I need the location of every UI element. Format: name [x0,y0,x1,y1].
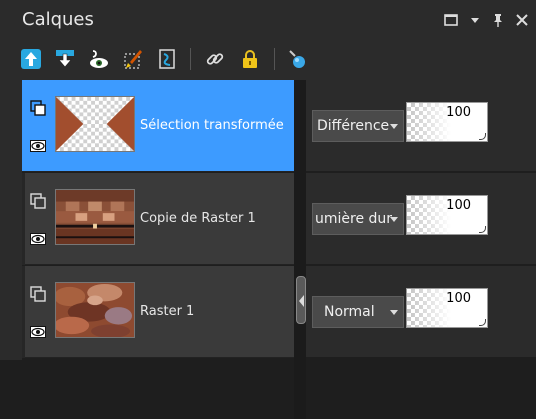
pin-icon[interactable] [490,12,506,28]
blend-mode-value: umière dur [315,211,393,227]
panel-splitter[interactable] [294,80,306,419]
opacity-value: 100 [446,198,471,213]
move-down-icon[interactable] [54,48,76,70]
layer-name[interactable]: Raster 1 [140,304,194,319]
toolbar-separator [274,48,275,70]
panel-left-strip [0,80,22,360]
layer-indent-bar [22,173,25,265]
layer-indent-bar [22,266,25,358]
lock-icon[interactable] [239,48,261,70]
resize-corner-icon [479,133,486,140]
eyedropper-icon[interactable] [286,48,308,70]
blend-mode-dropdown[interactable]: umière dur [312,203,404,235]
layer-thumbnail [55,189,135,245]
layers-toolbar [0,40,536,80]
visibility-eye-icon[interactable] [30,138,46,154]
layer-properties-row: Normal 100 [306,266,536,358]
window-icon[interactable] [443,12,459,28]
resize-corner-icon [479,226,486,233]
opacity-value: 100 [446,105,471,120]
layer-thumbnail [55,282,135,338]
blend-mode-dropdown[interactable]: Normal [312,296,404,328]
link-icon[interactable] [204,48,226,70]
dropdown-icon[interactable] [467,12,483,28]
layer-row-copie-de-raster-1[interactable]: Copie de Raster 1 [22,173,294,265]
layer-name[interactable]: Sélection transformée [140,118,284,133]
blend-mode-value: Normal [324,304,375,320]
layer-thumbnail [55,96,135,152]
visibility-eye-icon[interactable] [30,324,46,340]
visibility-eye-icon[interactable] [30,231,46,247]
layer-name[interactable]: Copie de Raster 1 [140,211,256,226]
layer-properties-row: umière dur 100 [306,173,536,265]
layer-properties-row: Différence 100 [306,80,536,172]
opacity-slider[interactable]: 100 [406,288,488,328]
panel-title-bar: Calques [0,0,536,40]
chevron-down-icon [390,217,398,222]
mask-icon[interactable] [156,48,178,70]
brush-icon[interactable] [122,48,144,70]
blend-mode-dropdown[interactable]: Différence [312,110,404,142]
opacity-slider[interactable]: 100 [406,195,488,235]
close-icon[interactable] [514,12,530,28]
chevron-down-icon [390,124,398,129]
splitter-collapse-handle[interactable] [296,276,306,324]
chevron-down-icon [390,310,398,315]
layer-row-selection-transformee[interactable]: Sélection transformée [22,80,294,172]
opacity-slider[interactable]: 100 [406,102,488,142]
visibility-icon[interactable] [88,48,110,70]
layer-group-icon[interactable] [30,100,46,116]
blend-mode-value: Différence [317,118,390,134]
layer-properties: Différence 100 umière dur 100 Normal 100 [306,80,536,361]
resize-corner-icon [479,319,486,326]
layer-row-raster-1[interactable]: Raster 1 [22,266,294,358]
panel-title: Calques [22,9,94,30]
layer-group-icon[interactable] [30,193,46,209]
move-up-icon[interactable] [20,48,42,70]
toolbar-separator [190,48,191,70]
layers-list: Sélection transformée Copie de Raster 1 … [22,80,294,361]
opacity-value: 100 [446,291,471,306]
layer-group-icon[interactable] [30,286,46,302]
